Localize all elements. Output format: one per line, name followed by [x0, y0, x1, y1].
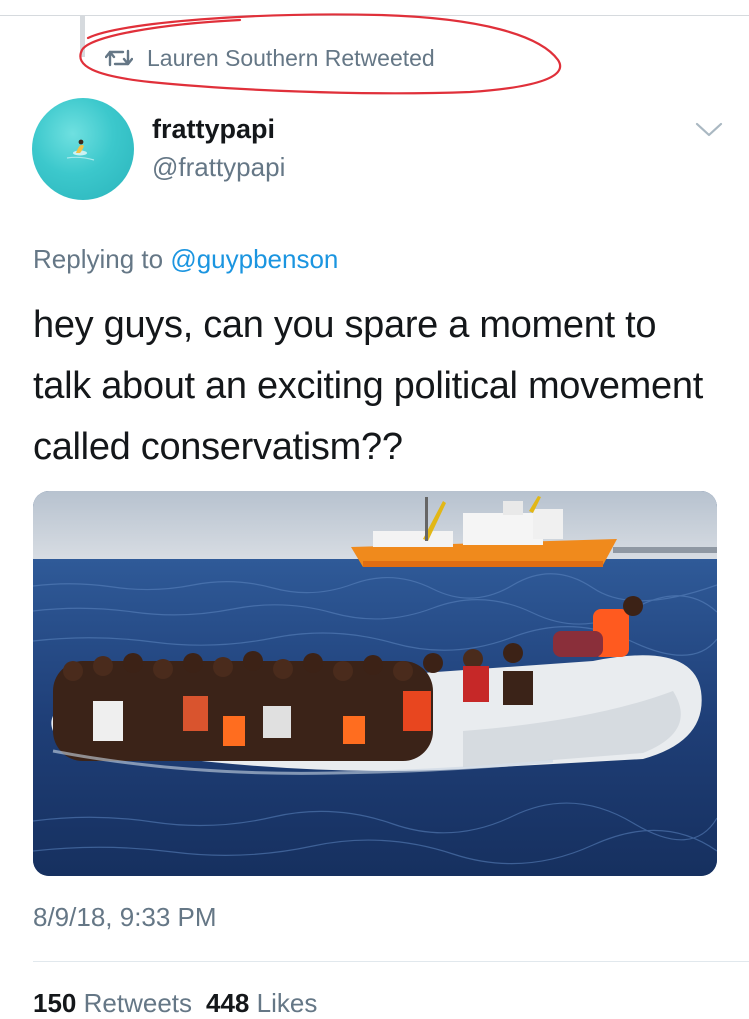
retweets-stat[interactable]: 150 Retweets — [33, 988, 192, 1018]
retweet-icon — [105, 49, 133, 67]
tweet-media-photo[interactable] — [33, 491, 717, 876]
top-divider — [0, 15, 749, 16]
author-display-name[interactable]: frattypapi — [152, 114, 275, 145]
retweet-context-label: Lauren Southern Retweeted — [147, 44, 435, 71]
likes-label: Likes — [256, 988, 318, 1018]
chevron-down-icon[interactable] — [694, 120, 724, 140]
tweet-text: hey guys, can you spare a moment to talk… — [33, 304, 703, 468]
replying-to: Replying to @guypbenson — [33, 244, 338, 275]
photo-migrants-raft-icon — [33, 491, 717, 876]
tweet-stats: 150 Retweets 448 Likes — [33, 988, 317, 1019]
author-handle[interactable]: @frattypapi — [152, 152, 285, 183]
likes-count: 448 — [206, 988, 250, 1018]
retweet-context[interactable]: Lauren Southern Retweeted — [105, 42, 435, 74]
author-avatar[interactable] — [32, 98, 134, 200]
likes-stat[interactable]: 448 Likes — [206, 988, 317, 1018]
stats-divider — [33, 961, 749, 962]
retweets-count: 150 — [33, 988, 77, 1018]
reply-mention-link[interactable]: @guypbenson — [170, 244, 338, 274]
replying-to-prefix: Replying to — [33, 244, 164, 274]
surfer-icon — [66, 139, 95, 161]
tweet-timestamp[interactable]: 8/9/18, 9:33 PM — [33, 902, 217, 933]
retweets-label: Retweets — [83, 988, 193, 1018]
thread-line — [80, 15, 85, 57]
